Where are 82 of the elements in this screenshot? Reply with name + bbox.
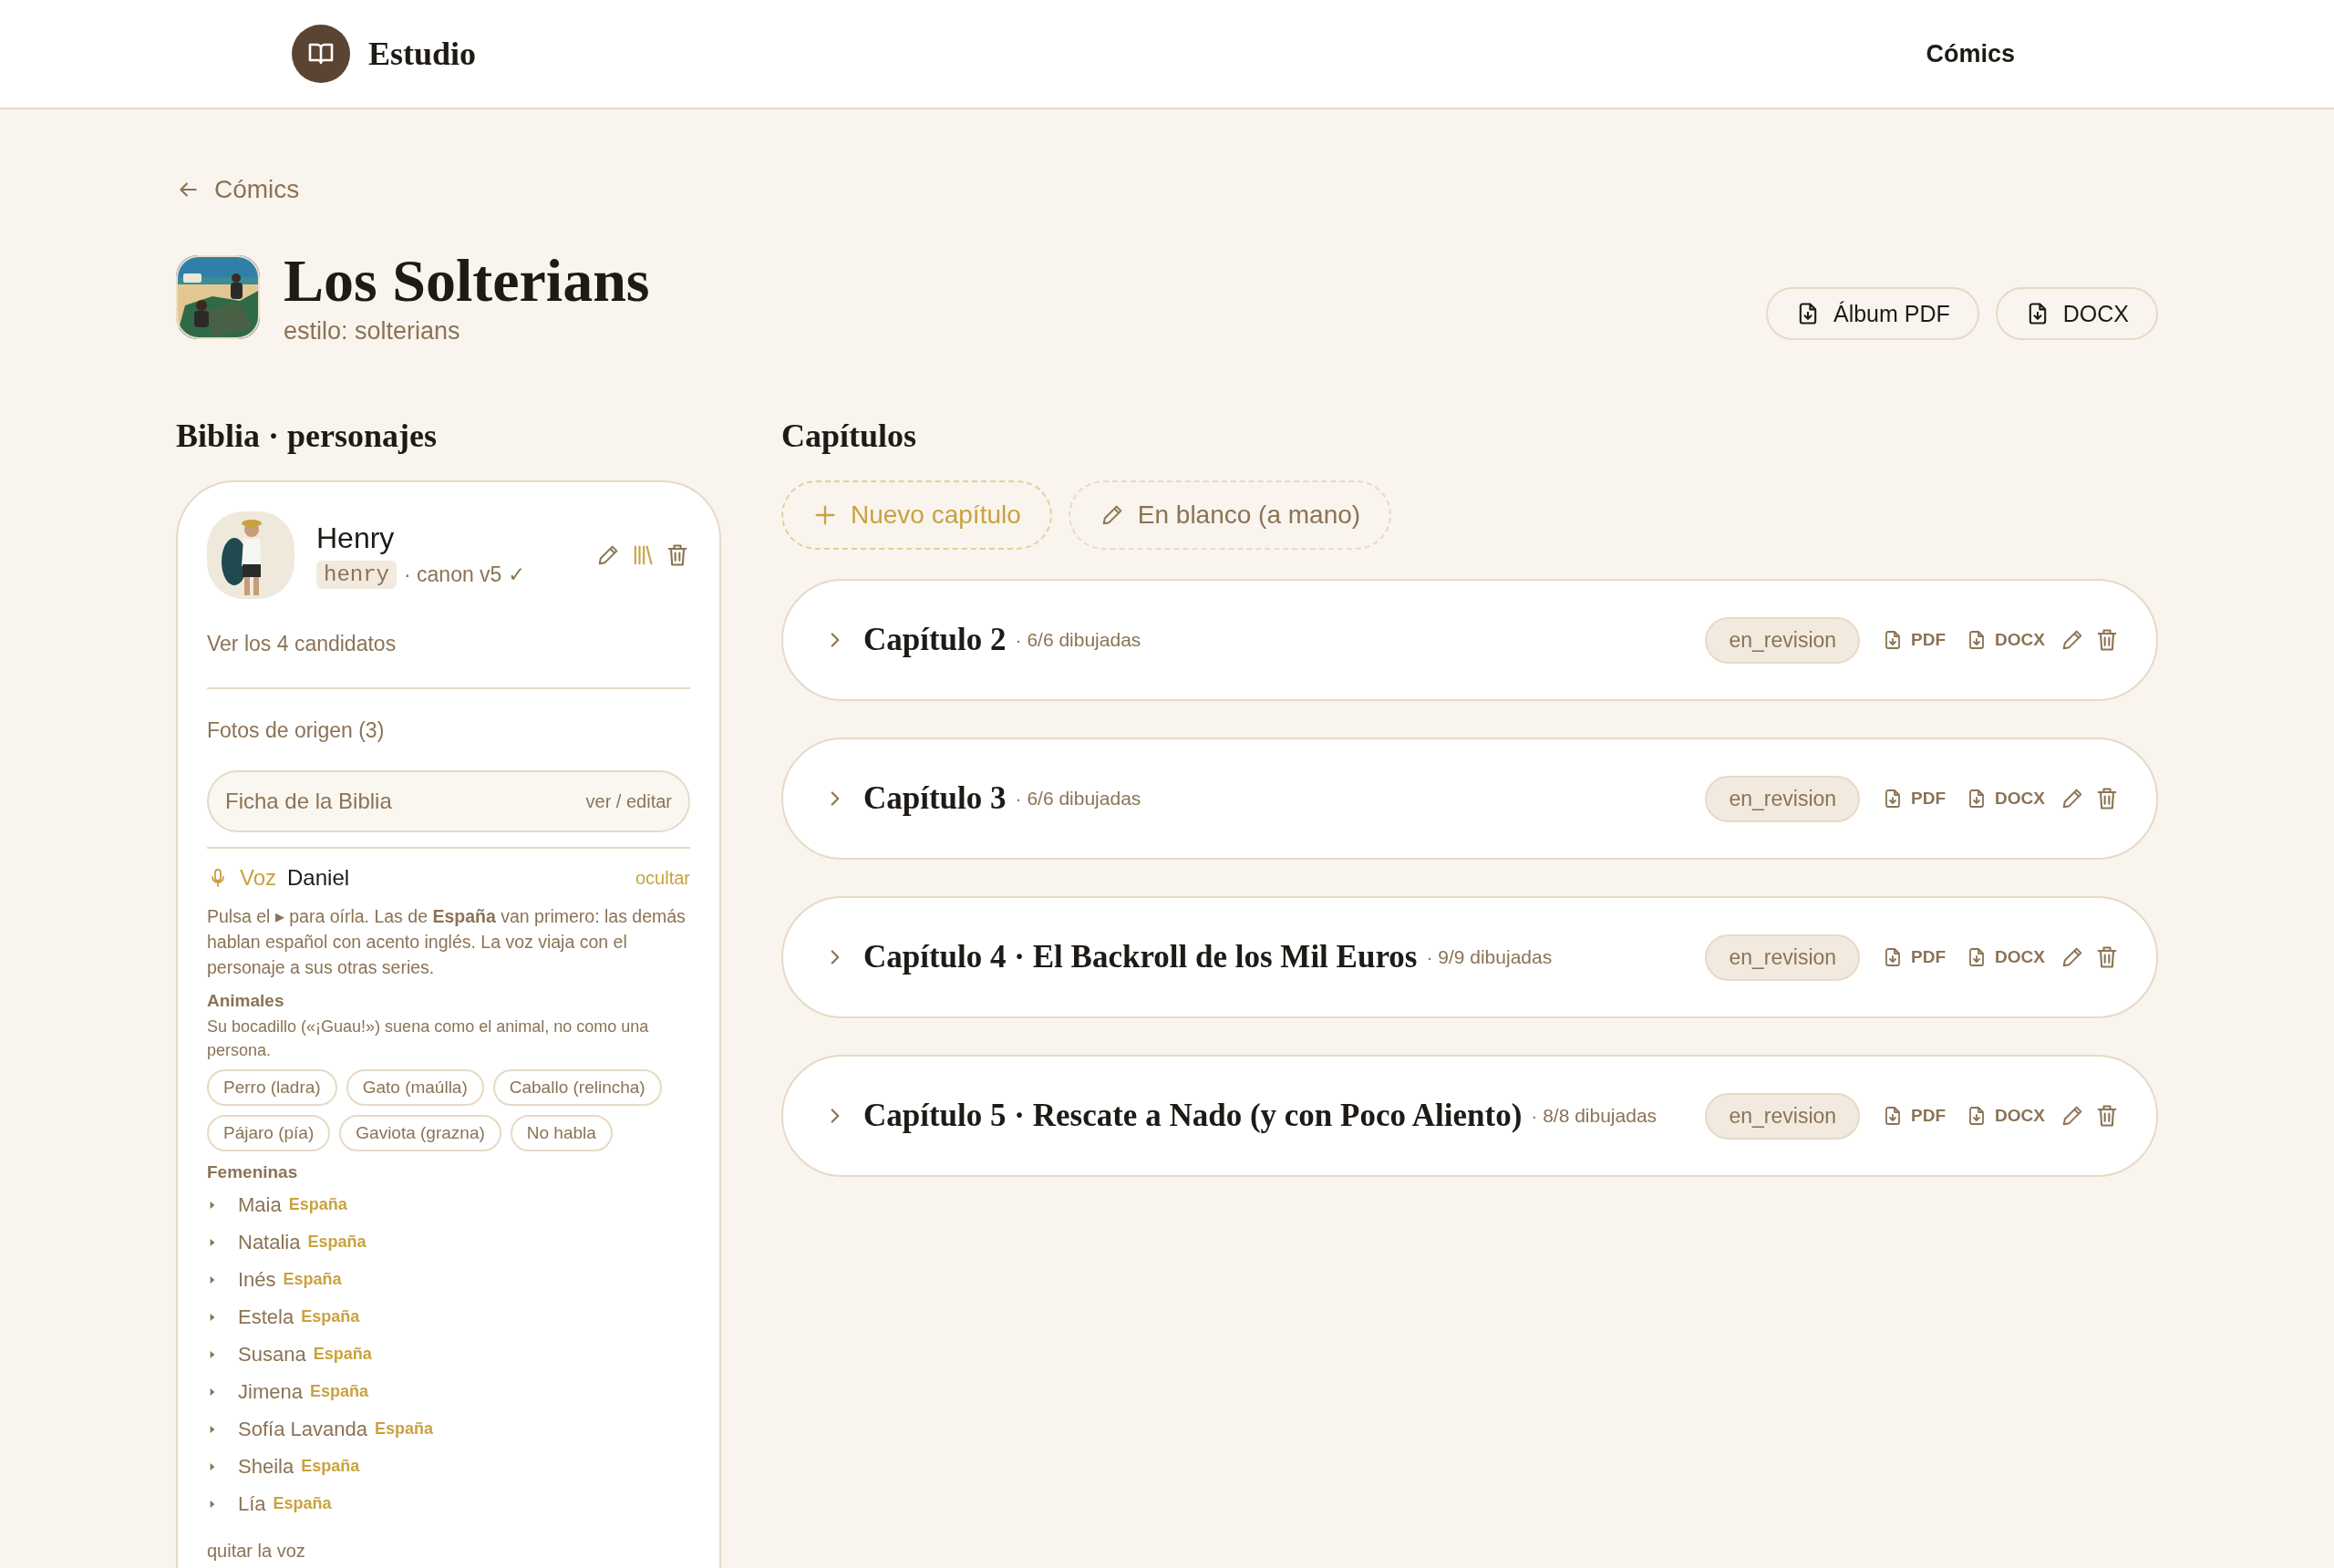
voice-option[interactable]: Estela: [238, 1305, 294, 1329]
chapter-title: Capítulo 5 · Rescate a Nado (y con Poco Aliento): [863, 1098, 1523, 1135]
book-logo-icon: [292, 25, 350, 83]
chapter-row[interactable]: Capítulo 3 · 6/6 dibujadas en_revision PDF DOCX: [781, 738, 2158, 861]
play-icon[interactable]: [209, 1349, 216, 1359]
play-icon[interactable]: [209, 1387, 216, 1397]
section-heading: Capítulos: [781, 417, 918, 457]
animal-voice-chip[interactable]: No habla: [510, 1115, 613, 1152]
play-icon[interactable]: [209, 1461, 216, 1471]
animal-voice-chip[interactable]: Caballo (relincha): [492, 1069, 662, 1107]
nav-link[interactable]: Cómics: [1926, 39, 2015, 68]
chapter-count: · 6/6 dibujadas: [1015, 629, 1141, 652]
candidates-link[interactable]: Ver los 4 candidatos: [207, 632, 690, 657]
voice-option[interactable]: Inés: [238, 1267, 276, 1292]
canon-version: · canon v5 ✓: [404, 562, 525, 588]
export-button[interactable]: DOCX: [1995, 287, 2158, 341]
accent-tag: España: [307, 1233, 367, 1253]
comic-style: estilo: solterians: [284, 317, 461, 346]
play-icon[interactable]: [209, 1312, 216, 1322]
play-icon[interactable]: [209, 1274, 216, 1284]
play-icon[interactable]: [209, 1237, 216, 1247]
export-button[interactable]: Álbum PDF: [1765, 287, 1979, 341]
status-badge: en_revision: [1705, 1092, 1861, 1140]
accent-tag: España: [313, 1345, 372, 1365]
accent-tag: España: [374, 1419, 433, 1439]
remove-voice-link[interactable]: quitar la voz: [207, 1541, 690, 1563]
accent-tag: España: [288, 1195, 347, 1215]
brand-name: Estudio: [368, 35, 477, 73]
play-icon[interactable]: [209, 1424, 216, 1434]
group-heading: Femeninas: [207, 1162, 299, 1183]
accent-tag: España: [283, 1270, 342, 1290]
voice-option[interactable]: Jimena: [238, 1379, 303, 1404]
voice-label: Voz: [240, 865, 277, 892]
character-slug: henry: [316, 561, 397, 590]
chapter-row[interactable]: Capítulo 2 · 6/6 dibujadas en_revision PDF DOCX: [781, 579, 2158, 702]
blank-chapter-button[interactable]: En blanco (a mano): [1068, 480, 1392, 551]
animal-voice-chip[interactable]: Gaviota (grazna): [339, 1115, 501, 1152]
status-badge: en_revision: [1705, 616, 1861, 664]
play-icon[interactable]: [209, 1499, 216, 1509]
chapter-count: · 8/8 dibujadas: [1531, 1105, 1658, 1128]
source-photos-label[interactable]: Fotos de origen (3): [207, 718, 690, 744]
docx-button[interactable]: DOCX: [1960, 629, 2050, 652]
status-badge: en_revision: [1705, 775, 1861, 822]
hide-link[interactable]: ocultar: [635, 867, 690, 889]
chapter-row[interactable]: Capítulo 5 · Rescate a Nado (y con Poco Aliento) · 8/8 dibujadas en_revision PDF DOCX: [781, 1055, 2158, 1178]
comic-title: Los Solterians: [284, 249, 650, 313]
pdf-button[interactable]: PDF: [1876, 629, 1952, 652]
chapter-title: Capítulo 2: [863, 622, 1007, 659]
voice-name: Daniel: [287, 865, 351, 892]
pdf-button[interactable]: PDF: [1876, 788, 1952, 810]
chapter-count: · 6/6 dibujadas: [1015, 788, 1141, 810]
animal-voice-chip[interactable]: Pájaro (pía): [207, 1115, 331, 1152]
group-heading: Animales: [207, 991, 285, 1012]
chapter-row[interactable]: Capítulo 4 · El Backroll de los Mil Euros · 9/9 dibujadas en_revision PDF DOCX: [781, 896, 2158, 1019]
docx-button[interactable]: DOCX: [1960, 946, 2050, 969]
accent-tag: España: [301, 1457, 360, 1477]
voice-help-text: Pulsa el ▸ para oírla. Las de España van primero: las demás hablan español con acento inglés. La voz viaja con el personaje a sus otras series.: [207, 905, 687, 980]
animals-note: Su bocadillo («¡Guau!») suena como el animal, no como una persona.: [207, 1016, 650, 1062]
docx-button[interactable]: DOCX: [1960, 788, 2050, 810]
voice-option[interactable]: Sheila: [238, 1454, 294, 1479]
status-badge: en_revision: [1705, 934, 1861, 981]
character-name: Henry: [316, 521, 396, 556]
voice-option[interactable]: Maia: [238, 1192, 282, 1217]
pdf-button[interactable]: PDF: [1876, 1105, 1952, 1128]
section-heading: Biblia · personajes: [176, 417, 439, 457]
play-icon[interactable]: [209, 1200, 216, 1210]
pdf-button[interactable]: PDF: [1876, 946, 1952, 969]
chapter-title: Capítulo 4 · El Backroll de los Mil Euros: [863, 939, 1418, 976]
accent-tag: España: [273, 1494, 332, 1514]
back-link[interactable]: Cómics: [176, 175, 300, 204]
animal-voice-chip[interactable]: Perro (ladra): [207, 1069, 337, 1107]
chapter-count: · 9/9 dibujadas: [1426, 946, 1553, 969]
voice-option[interactable]: Lía: [238, 1491, 266, 1516]
bible-sheet-button[interactable]: Ficha de la Biblia ver / editar: [207, 770, 690, 833]
animal-voice-chip[interactable]: Gato (maúlla): [346, 1069, 484, 1107]
accent-tag: España: [309, 1382, 368, 1402]
docx-button[interactable]: DOCX: [1960, 1105, 2050, 1128]
accent-tag: España: [301, 1307, 360, 1327]
chapter-title: Capítulo 3: [863, 780, 1007, 818]
voice-option[interactable]: Natalia: [238, 1230, 301, 1254]
voice-option[interactable]: Susana: [238, 1342, 306, 1367]
voice-option[interactable]: Sofía Lavanda: [238, 1417, 367, 1441]
